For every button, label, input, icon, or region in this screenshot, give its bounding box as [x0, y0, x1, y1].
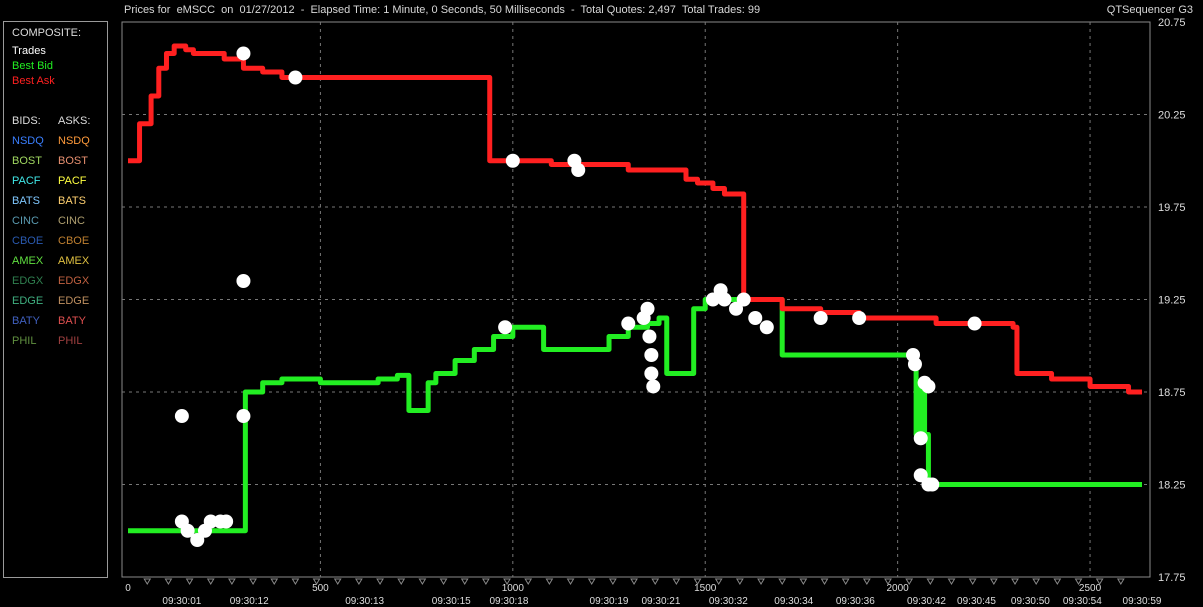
time-tick — [1011, 578, 1019, 585]
time-tick — [735, 578, 744, 585]
time-tick — [989, 578, 998, 585]
time-tick — [291, 578, 300, 585]
trade-point — [236, 409, 251, 424]
time-tick — [481, 578, 490, 585]
series-best-bid — [128, 297, 1142, 534]
trade-point — [967, 316, 982, 331]
time-tick — [376, 578, 384, 585]
trade-point — [174, 409, 189, 424]
trade-point — [571, 163, 586, 177]
time-tick — [862, 578, 871, 585]
trade-point — [640, 301, 655, 316]
time-label: 09:30:15 — [432, 596, 471, 607]
time-tick — [143, 578, 152, 585]
time-tick — [566, 578, 575, 585]
time-label: 09:30:34 — [774, 596, 813, 607]
time-label: 09:30:50 — [1011, 596, 1050, 607]
trade-point — [907, 357, 922, 372]
time-tick — [418, 578, 427, 585]
y-tick-label: 19.75 — [1158, 202, 1186, 214]
time-tick — [460, 578, 469, 585]
time-label: 09:30:19 — [590, 596, 629, 607]
trade-point — [759, 320, 774, 335]
trade-point — [505, 153, 520, 168]
y-tick-label: 19.25 — [1158, 295, 1186, 307]
trade-point — [621, 316, 636, 331]
time-label: 09:30:36 — [836, 596, 875, 607]
y-tick-label: 18.75 — [1158, 387, 1186, 399]
trade-point — [644, 366, 659, 381]
time-tick — [926, 578, 935, 585]
time-tick — [185, 578, 194, 585]
time-tick — [270, 578, 279, 585]
trade-point — [646, 379, 661, 394]
time-tick — [206, 578, 215, 585]
trade-point — [748, 311, 763, 325]
time-tick — [820, 578, 829, 585]
x-tick-label: 2500 — [1079, 583, 1102, 594]
time-tick — [757, 578, 765, 585]
trade-point — [913, 431, 928, 446]
trade-point — [852, 311, 867, 325]
trade-point — [925, 477, 940, 492]
time-tick — [672, 578, 681, 585]
time-tick — [439, 578, 448, 585]
time-tick — [651, 578, 660, 585]
time-label: 09:30:18 — [490, 596, 529, 607]
x-tick-label: 0 — [125, 583, 131, 594]
trade-point — [642, 329, 657, 344]
time-label: 09:30:42 — [907, 596, 946, 607]
time-tick — [397, 578, 406, 585]
price-chart: 17.75 18.25 18.75 19.25 19.75 20.25 20.75 0 500 1… — [121, 17, 1186, 607]
series-best-ask — [128, 43, 1142, 395]
x-tick-label: 500 — [312, 583, 329, 594]
time-label: 09:30:13 — [345, 596, 384, 607]
time-tick — [799, 578, 808, 585]
trade-point — [813, 311, 828, 325]
time-tick — [355, 578, 363, 585]
trade-point — [236, 274, 251, 288]
x-tick-label: 1000 — [502, 583, 525, 594]
time-tick — [841, 578, 850, 585]
time-tick — [778, 578, 787, 585]
time-tick — [968, 578, 977, 585]
trade-point — [717, 292, 732, 307]
trade-point — [736, 292, 751, 307]
time-tick — [1053, 578, 1062, 585]
y-tick-label: 20.25 — [1158, 110, 1186, 122]
time-tick — [164, 578, 173, 585]
time-label: 09:30:45 — [957, 596, 996, 607]
time-label: 09:30:01 — [162, 596, 201, 607]
trade-point — [498, 320, 513, 335]
y-tick-label: 20.75 — [1158, 17, 1186, 29]
time-tick — [714, 578, 723, 585]
time-label: 09:30:21 — [642, 596, 681, 607]
trade-point — [219, 514, 234, 529]
time-tick — [333, 578, 342, 585]
time-tick — [1032, 578, 1041, 585]
time-tick — [524, 578, 533, 585]
time-label: 09:30:54 — [1063, 596, 1102, 607]
time-tick — [630, 578, 638, 585]
time-tick — [947, 578, 956, 585]
trade-point — [236, 46, 251, 61]
trade-point — [921, 379, 936, 394]
y-tick-label: 17.75 — [1158, 572, 1186, 584]
trade-point — [288, 70, 303, 85]
trade-point — [644, 348, 659, 362]
y-tick-label: 18.25 — [1158, 480, 1186, 492]
time-tick — [249, 578, 257, 585]
time-label: 09:30:32 — [709, 596, 748, 607]
time-label: 09:30:12 — [230, 596, 269, 607]
time-tick — [1116, 578, 1125, 585]
time-tick — [608, 578, 617, 585]
x-tick-label: 2000 — [887, 583, 910, 594]
time-label: 09:30:59 — [1123, 596, 1162, 607]
time-tick — [545, 578, 554, 585]
time-tick — [228, 578, 236, 585]
time-tick — [587, 578, 596, 585]
